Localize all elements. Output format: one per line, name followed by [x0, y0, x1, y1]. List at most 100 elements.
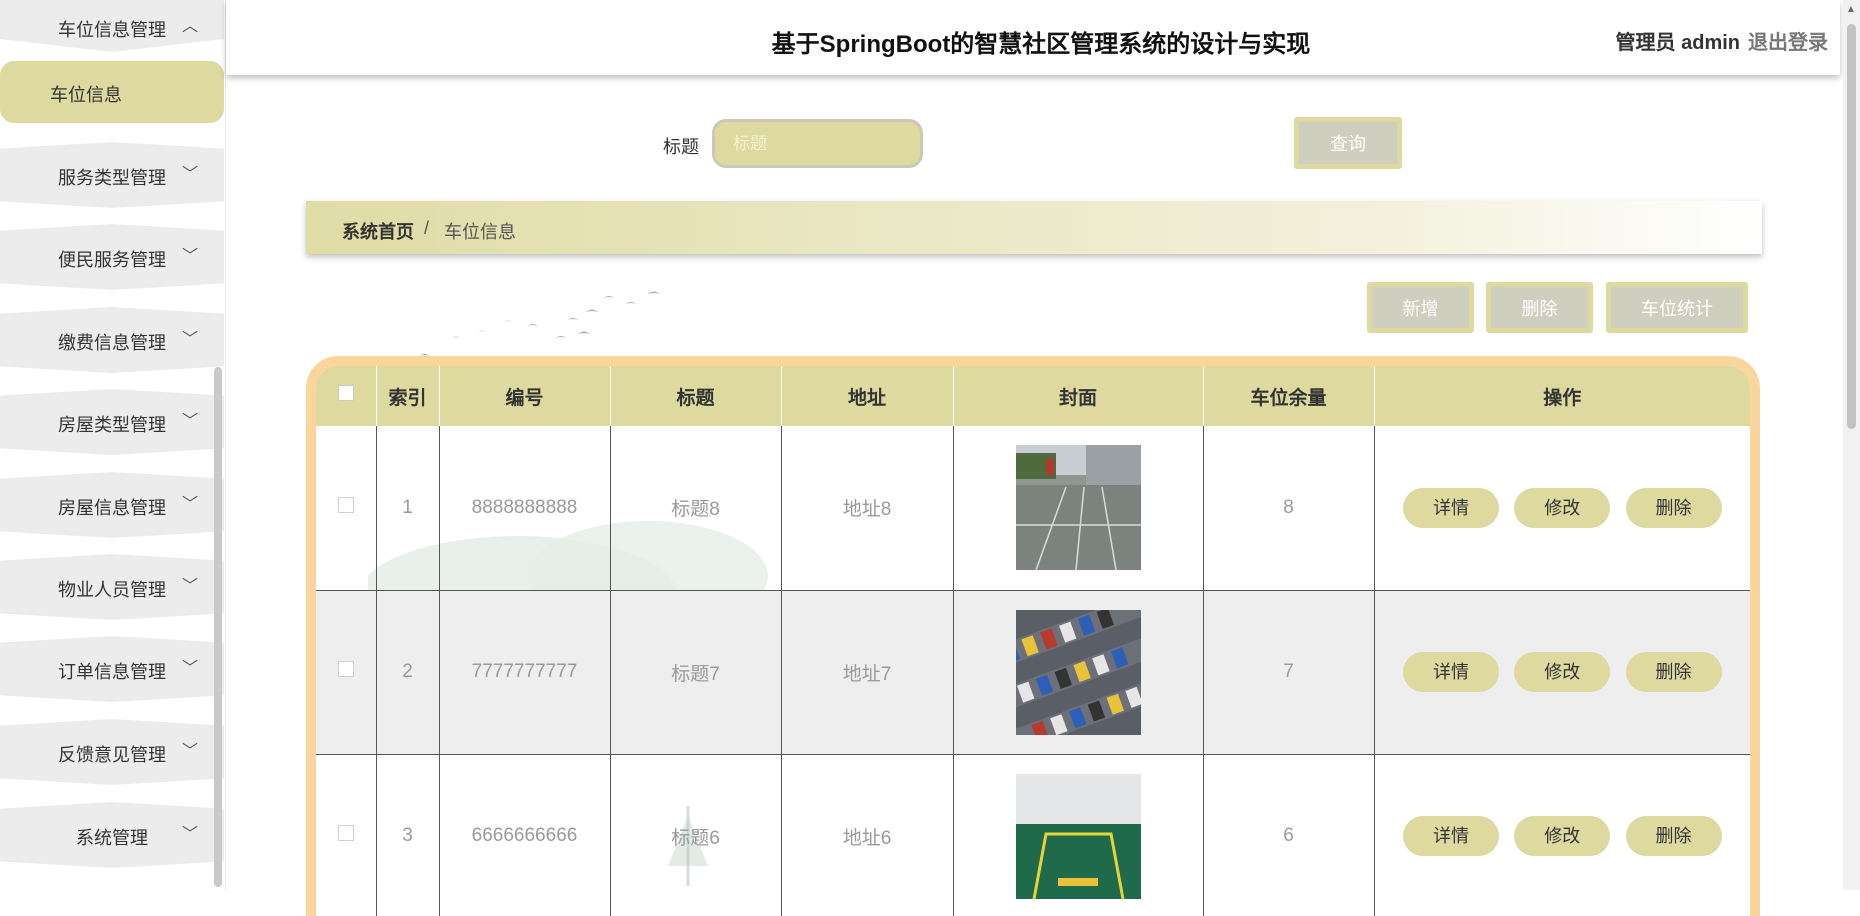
menu-group-house-type[interactable]: 房屋类型管理 ﹀ [0, 389, 224, 455]
column-header: 封面 [953, 366, 1204, 426]
chevron-down-icon: ﹀ [181, 496, 198, 513]
menu-group-payment[interactable]: 缴费信息管理 ﹀ [0, 307, 224, 373]
cell-index: 1 [376, 426, 440, 591]
cell-code: 6666666666 [439, 754, 611, 916]
cell-title: 标题6 [610, 754, 782, 916]
column-header: 车位余量 [1203, 366, 1375, 426]
batch-delete-button-label: 删除 [1491, 287, 1588, 328]
edit-button[interactable]: 修改 [1514, 487, 1611, 528]
search-button[interactable]: 查询 [1294, 117, 1402, 169]
page-title: 基于SpringBoot的智慧社区管理系统的设计与实现 [771, 31, 1311, 58]
menu-group-house-info[interactable]: 房屋信息管理 ﹀ [0, 472, 224, 538]
column-header: 地址 [781, 366, 954, 426]
current-user: 管理员 admin [1615, 32, 1740, 54]
detail-button[interactable]: 详情 [1402, 652, 1499, 692]
row-checkbox[interactable] [337, 496, 354, 513]
row-checkbox[interactable] [337, 661, 354, 677]
row-select-cell [316, 426, 377, 591]
row-select-cell [316, 590, 377, 755]
menu-group-service-type[interactable]: 服务类型管理 ﹀ [0, 142, 224, 208]
table-row: 3 6666666666 标题6 地址6 6 详情 修改 删除 [316, 754, 1750, 916]
row-select-cell [316, 754, 377, 916]
cell-cover [953, 426, 1204, 591]
birds-decoration [420, 291, 660, 356]
parking-lot-photo [1015, 445, 1141, 571]
cell-code: 8888888888 [439, 426, 611, 591]
menu-group-orders[interactable]: 订单信息管理 ﹀ [0, 636, 224, 702]
cell-title: 标题7 [610, 590, 782, 755]
search-label: 标题 [663, 137, 699, 157]
scrollbar-thumb[interactable] [1847, 24, 1856, 429]
chevron-down-icon: ﹀ [181, 248, 198, 265]
chevron-down-icon: ﹀ [181, 413, 198, 430]
cell-index: 2 [376, 590, 440, 755]
chevron-down-icon: ﹀ [181, 826, 198, 843]
column-header: 索引 [376, 366, 440, 426]
cell-title: 标题8 [610, 426, 782, 591]
menu-group-convenience[interactable]: 便民服务管理 ﹀ [0, 224, 224, 290]
logout-link[interactable]: 退出登录 [1748, 26, 1828, 55]
chevron-down-icon: ﹀ [181, 660, 198, 677]
cell-address: 地址7 [781, 590, 954, 755]
scroll-up-icon[interactable]: ▲ [1846, 4, 1856, 15]
select-all-checkbox[interactable] [337, 385, 354, 401]
column-header: 编号 [439, 366, 611, 426]
menu-group-feedback[interactable]: 反馈意见管理 ﹀ [0, 719, 224, 785]
chevron-down-icon: ﹀ [181, 166, 198, 183]
data-table: 索引 编号 标题 地址 封面 车位余量 操作 1 8888888888 标题8 … [306, 356, 1760, 916]
cell-address: 地址6 [781, 754, 954, 916]
sidebar-item-label: 车位信息 [50, 85, 122, 105]
breadcrumb-home[interactable]: 系统首页 [342, 218, 414, 244]
menu-group-system[interactable]: 系统管理 ﹀ [0, 802, 224, 868]
cell-actions: 详情 修改 删除 [1374, 426, 1750, 591]
chevron-down-icon: ﹀ [181, 578, 198, 595]
delete-button[interactable]: 删除 [1625, 816, 1722, 856]
chevron-down-icon: ﹀ [181, 331, 198, 348]
edit-button[interactable]: 修改 [1514, 816, 1611, 856]
chevron-down-icon: ﹀ [181, 743, 198, 760]
breadcrumb-current: 车位信息 [444, 222, 516, 242]
cell-address: 地址8 [781, 426, 954, 591]
select-all-cell [316, 366, 377, 426]
top-header: 基于SpringBoot的智慧社区管理系统的设计与实现 管理员 admin 退出… [226, 0, 1840, 75]
chevron-up-icon: ︿ [181, 18, 198, 35]
search-button-label: 查询 [1299, 122, 1397, 164]
menu-group-staff[interactable]: 物业人员管理 ﹀ [0, 554, 224, 620]
breadcrumb-separator: / [424, 218, 430, 238]
column-header: 操作 [1374, 366, 1750, 426]
garage-parking-photo [1015, 773, 1141, 899]
sidebar-item-parking-info[interactable]: 车位信息 [0, 61, 224, 123]
edit-button[interactable]: 修改 [1514, 652, 1611, 692]
parking-stats-button[interactable]: 车位统计 [1606, 282, 1748, 333]
cell-index: 3 [376, 754, 440, 916]
cell-remaining: 6 [1203, 754, 1375, 916]
cell-cover [953, 754, 1204, 916]
menu-group-parking[interactable]: 车位信息管理 ︿ [0, 0, 224, 52]
delete-button[interactable]: 删除 [1625, 487, 1722, 528]
detail-button[interactable]: 详情 [1402, 487, 1499, 528]
batch-delete-button[interactable]: 删除 [1486, 282, 1593, 333]
sidebar: 车位信息管理 ︿ 车位信息 服务类型管理 ﹀ 便民服务管理 ﹀ 缴费信息管理 ﹀… [0, 0, 226, 890]
detail-button[interactable]: 详情 [1402, 816, 1499, 856]
page-scrollbar[interactable]: ▲ [1843, 0, 1860, 890]
table-row: 1 8888888888 标题8 地址8 8 详情 修改 删除 [316, 426, 1750, 591]
cell-remaining: 7 [1203, 590, 1375, 755]
cell-remaining: 8 [1203, 426, 1375, 591]
table-header-row: 索引 编号 标题 地址 封面 车位余量 操作 [316, 366, 1750, 426]
cell-cover [953, 590, 1204, 755]
table-row: 2 7777777777 标题7 地址7 7 详情 修改 删除 [316, 590, 1750, 755]
aerial-parking-photo [1015, 609, 1141, 735]
column-header: 标题 [610, 366, 782, 426]
parking-table: 索引 编号 标题 地址 封面 车位余量 操作 1 8888888888 标题8 … [316, 366, 1750, 916]
cell-code: 7777777777 [439, 590, 611, 755]
delete-button[interactable]: 删除 [1625, 652, 1722, 692]
breadcrumb: 系统首页 / 车位信息 [306, 201, 1762, 254]
row-checkbox[interactable] [337, 825, 354, 841]
search-input[interactable] [712, 119, 923, 168]
cell-actions: 详情 修改 删除 [1374, 590, 1750, 755]
add-button[interactable]: 新增 [1367, 282, 1474, 333]
cell-actions: 详情 修改 删除 [1374, 754, 1750, 916]
parking-stats-button-label: 车位统计 [1611, 287, 1743, 328]
sidebar-scrollbar[interactable] [214, 367, 222, 887]
add-button-label: 新增 [1372, 287, 1469, 328]
